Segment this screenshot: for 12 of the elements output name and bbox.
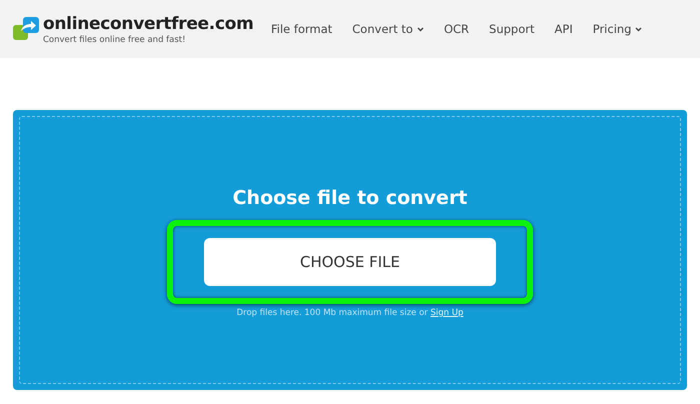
- nav-link[interactable]: File format: [261, 22, 342, 36]
- logo-text[interactable]: onlineconvertfree.com: [43, 14, 254, 34]
- choose-file-button[interactable]: CHOOSE FILE: [204, 238, 496, 286]
- nav-link[interactable]: Convert to: [342, 22, 434, 36]
- tagline: Convert files online free and fast!: [43, 34, 187, 44]
- nav-link[interactable]: Pricing: [582, 22, 652, 36]
- upload-hint: Drop files here. 100 Mb maximum file size or Sign Up: [236, 308, 464, 318]
- nav-link[interactable]: API: [544, 22, 583, 36]
- upload-title: Choose file to convert: [232, 187, 468, 209]
- nav-link[interactable]: Support: [479, 22, 545, 36]
- nav-link[interactable]: OCR: [434, 22, 480, 36]
- logo-icon: [13, 16, 39, 40]
